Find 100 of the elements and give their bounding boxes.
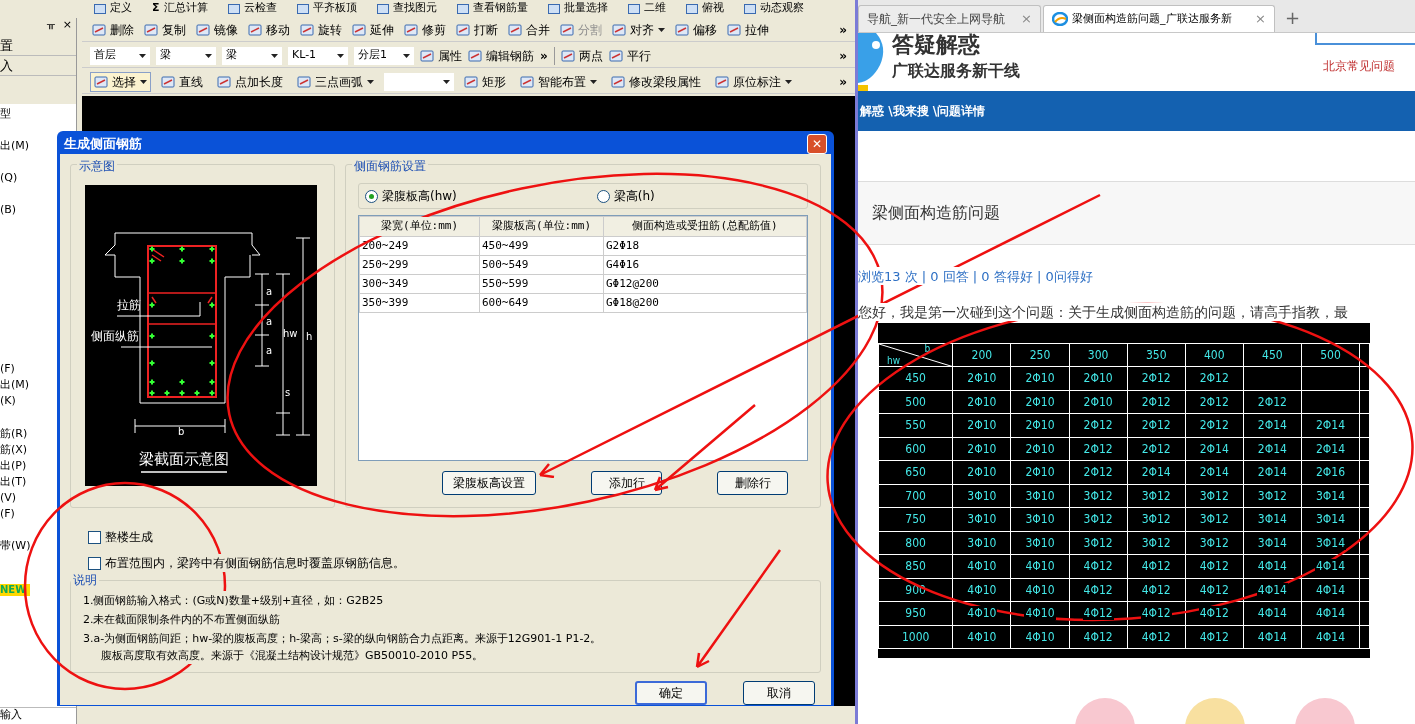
table-cell: 3Φ14 <box>1301 507 1360 531</box>
toolbar-button[interactable]: 两点 <box>560 46 603 65</box>
more-button[interactable]: » <box>839 46 855 65</box>
toolbar-button[interactable]: 查找图元 <box>372 2 441 14</box>
toolbar-button[interactable]: 俯视 <box>681 2 728 14</box>
tool-icon <box>227 4 240 14</box>
dropdown[interactable]: 首层 <box>90 46 150 65</box>
table-cell: 3Φ10 <box>952 507 1011 531</box>
toolbar-button[interactable]: 移动 <box>246 20 292 39</box>
pin-button[interactable]: ᚂ <box>46 18 55 32</box>
dropdown[interactable]: 梁 <box>222 46 282 65</box>
table-cell: 3Φ12 <box>1069 484 1128 508</box>
table-cell: 4Φ12 <box>1069 554 1128 578</box>
toolbar-button[interactable]: 原位标注 <box>711 71 796 92</box>
toolbar-button[interactable]: 云检查 <box>223 2 281 14</box>
dialog-button[interactable]: 梁腹板高设置 <box>442 471 536 495</box>
tool-icon <box>161 74 175 89</box>
toolbar-button[interactable]: 对齐 <box>610 20 667 39</box>
toolbar-button[interactable]: 删除 <box>90 20 136 39</box>
toolbar-button[interactable]: 智能布置 <box>516 71 601 92</box>
table-cell: 4Φ10 <box>952 601 1011 625</box>
toolbar-button[interactable]: 直线 <box>157 71 207 92</box>
table-cell: 3Φ10 <box>1010 531 1070 555</box>
toolbar-button[interactable]: 批量选择 <box>543 2 612 14</box>
toolbar-button[interactable]: 偏移 <box>673 20 719 39</box>
row-header: 950 <box>878 601 953 625</box>
dialog-button[interactable]: 确定 <box>635 681 707 705</box>
checkbox-label[interactable]: 整楼生成 <box>105 528 153 546</box>
dialog-button[interactable]: 添加行 <box>591 471 662 495</box>
toolbar-button[interactable]: 查看钢筋量 <box>452 2 532 14</box>
toolbar-button[interactable]: 镜像 <box>194 20 240 39</box>
toolbar-button[interactable]: 属性 <box>420 46 462 65</box>
more-button[interactable]: » <box>839 20 855 39</box>
table-cell: 3Φ12 <box>1069 507 1128 531</box>
search-field[interactable] <box>1315 33 1415 45</box>
toolbar-button[interactable]: 选择 <box>90 71 151 92</box>
table-cell: 2Φ12 <box>1069 437 1128 461</box>
browser-tab[interactable]: 梁侧面构造筋问题_广联达服务新 × <box>1043 5 1275 32</box>
panel-tab[interactable]: 入 <box>0 56 76 76</box>
toolbar-button[interactable]: 打断 <box>454 20 500 39</box>
toolbar-button[interactable]: 矩形 <box>460 71 510 92</box>
table-cell: 2Φ10 <box>1010 437 1070 461</box>
table-cell: 4Φ12 <box>1069 601 1128 625</box>
toolbar-button[interactable]: 合并 <box>506 20 552 39</box>
new-tab-button[interactable]: + <box>1277 5 1309 32</box>
toolbar-button[interactable]: 编辑钢筋 <box>468 46 534 65</box>
toolbar-button[interactable]: 复制 <box>142 20 188 39</box>
browser-tab[interactable]: 导航_新一代安全上网导航 × <box>858 5 1041 32</box>
dialog-button[interactable]: 取消 <box>743 681 815 705</box>
panel-item[interactable]: 输入 <box>0 707 76 722</box>
table-cell: 4Φ14 <box>1243 554 1302 578</box>
dropdown[interactable]: 分层1 <box>354 46 414 65</box>
checkbox[interactable] <box>88 530 101 544</box>
toolbar-button[interactable]: 延伸 <box>350 20 396 39</box>
button-label: 定义 <box>110 2 132 14</box>
table-cell: 2Φ12 <box>1243 390 1302 414</box>
dropdown[interactable]: 梁 <box>156 46 216 65</box>
tool-icon <box>196 22 210 37</box>
panel-item[interactable]: 型 <box>0 106 76 122</box>
toolbar-button[interactable]: Σ 汇总计算 <box>148 2 212 14</box>
table-cell: 4Φ10 <box>1010 601 1070 625</box>
radio-label[interactable]: 梁高(h) <box>613 187 655 205</box>
toolbar-button[interactable]: 拉伸 <box>725 20 771 39</box>
toolbar-button[interactable]: 修剪 <box>402 20 448 39</box>
toolbar-button[interactable]: 点加长度 <box>213 71 287 92</box>
tool-icon <box>464 74 478 89</box>
table-cell: 2Φ10 <box>1010 390 1070 414</box>
toolbar-button[interactable]: 三点画弧 <box>293 71 378 92</box>
table-cell: 2Φ16 <box>1301 460 1360 484</box>
more-button[interactable]: » <box>540 46 548 65</box>
close-button[interactable]: × <box>62 18 72 32</box>
table-cell: 4Φ14 <box>1243 578 1302 602</box>
toolbar-button[interactable]: 平齐板顶 <box>292 2 361 14</box>
dropdown[interactable]: KL-1 <box>288 46 348 65</box>
toolbar-button[interactable]: 旋转 <box>298 20 344 39</box>
panel-tab[interactable]: 置 <box>0 36 76 56</box>
table-cell: 4Φ10 <box>1010 625 1070 649</box>
toolbar-button[interactable]: 二维 <box>623 2 670 14</box>
caret-icon <box>139 53 146 58</box>
dialog-button[interactable]: 删除行 <box>717 471 788 495</box>
caret-icon <box>271 53 278 58</box>
table-cell: 2Φ10 <box>1010 460 1070 484</box>
button-label: 平齐板顶 <box>312 2 357 14</box>
close-button[interactable]: ✕ <box>807 134 827 154</box>
close-button[interactable]: × <box>1255 9 1266 29</box>
toolbar-button[interactable]: 修改梁段属性 <box>607 71 705 92</box>
checkbox[interactable] <box>88 556 101 570</box>
toolbar-button[interactable]: 动态观察 <box>739 2 808 14</box>
row-header: 850 <box>878 554 953 578</box>
tool-icon <box>296 4 309 14</box>
table-cell: 4Φ14 <box>1301 578 1360 602</box>
toolbar-button[interactable]: 平行 <box>608 46 651 65</box>
tool-icon <box>456 4 469 14</box>
table-cell: 2Φ10 <box>952 437 1011 461</box>
toolbar-button[interactable]: 定义 <box>90 2 136 14</box>
header-link[interactable]: 北京常见问题 <box>1323 57 1415 75</box>
caret-icon <box>367 79 374 84</box>
radio-label[interactable]: 梁腹板高(hw) <box>382 187 457 205</box>
more-button[interactable]: » <box>839 72 855 91</box>
tool-icon <box>92 22 106 37</box>
